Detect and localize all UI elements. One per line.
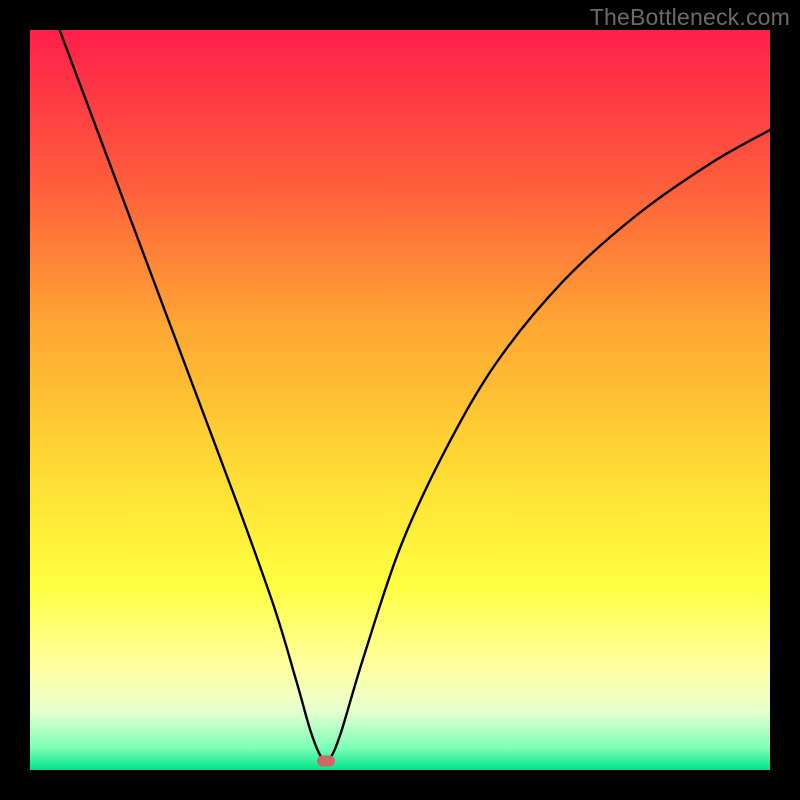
bottleneck-curve — [30, 30, 770, 770]
plot-area — [30, 30, 770, 770]
watermark-text: TheBottleneck.com — [590, 4, 790, 31]
chart-frame: TheBottleneck.com — [0, 0, 800, 800]
optimum-marker — [317, 756, 335, 767]
